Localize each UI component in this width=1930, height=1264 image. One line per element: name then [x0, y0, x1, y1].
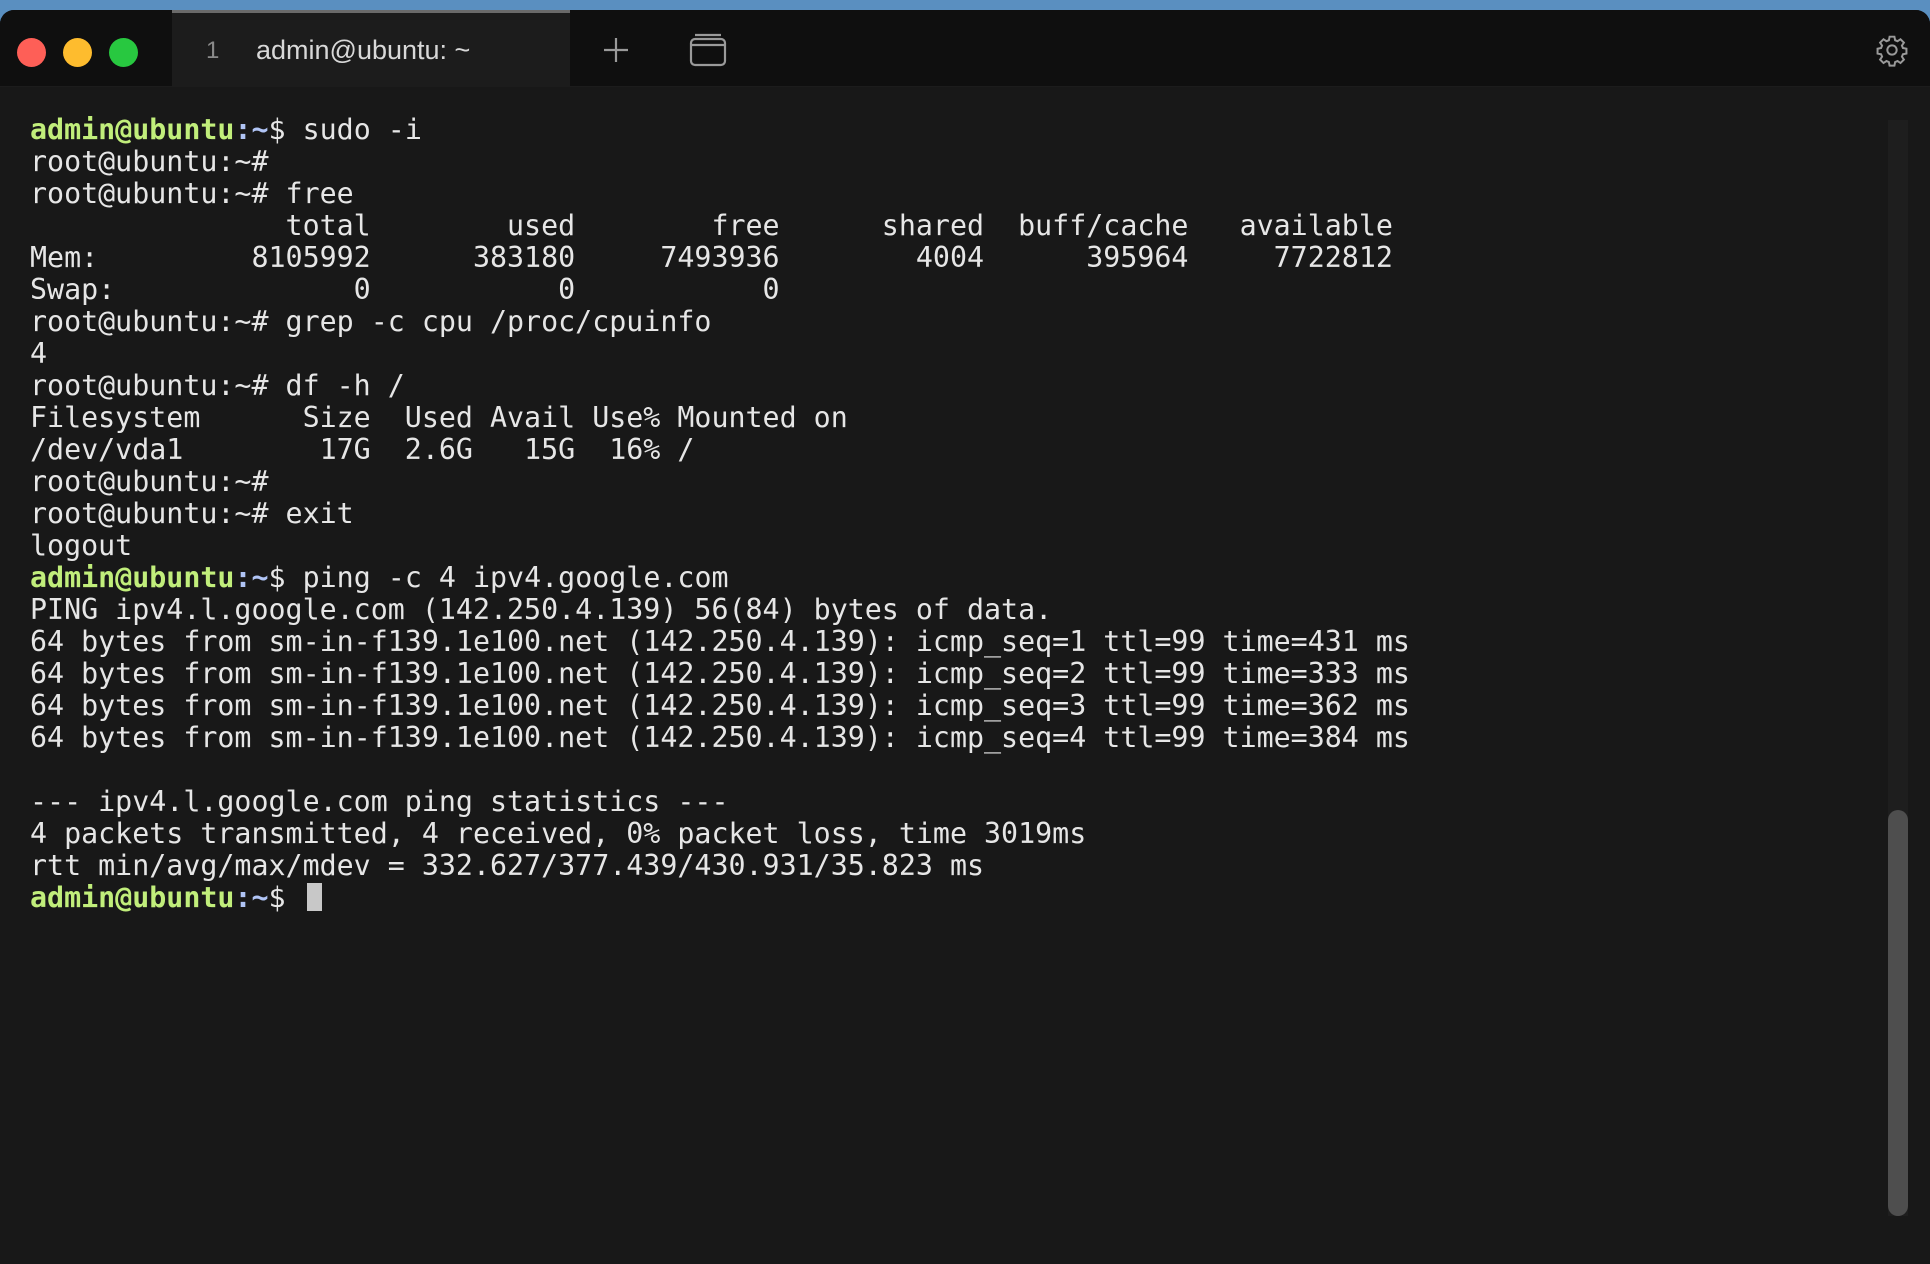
tab-overview-button[interactable] — [688, 30, 728, 70]
prompt-path: ~ — [251, 561, 269, 594]
tab-active[interactable]: 1 admin@ubuntu: ~ — [172, 10, 570, 86]
output-text: logout — [30, 529, 133, 562]
output-text: 64 bytes from sm-in-f139.1e100.net (142.… — [30, 721, 1410, 754]
output-text: PING ipv4.l.google.com (142.250.4.139) 5… — [30, 593, 1053, 626]
output-text: 4 — [30, 337, 48, 370]
prompt-separator: : — [234, 113, 252, 146]
terminal-line: Mem: 8105992 383180 7493936 4004 395964 … — [30, 242, 1870, 274]
prompt-separator: : — [234, 561, 252, 594]
output-text: /dev/vda1 17G 2.6G 15G 16% / — [30, 433, 695, 466]
terminal-line: admin@ubuntu:~$ ping -c 4 ipv4.google.co… — [30, 562, 1870, 594]
prompt-symbol: $ — [268, 561, 286, 594]
terminal-line: 64 bytes from sm-in-f139.1e100.net (142.… — [30, 626, 1870, 658]
title-bar: 1 admin@ubuntu: ~ — [0, 10, 1930, 87]
output-text: total used free shared buff/cache availa… — [30, 209, 1393, 242]
terminal-line: --- ipv4.l.google.com ping statistics --… — [30, 786, 1870, 818]
terminal-line: 4 — [30, 338, 1870, 370]
output-text: Mem: 8105992 383180 7493936 4004 395964 … — [30, 241, 1393, 274]
terminal-line: /dev/vda1 17G 2.6G 15G 16% / — [30, 434, 1870, 466]
output-text: root@ubuntu:~# — [30, 465, 269, 498]
close-window-button[interactable] — [17, 38, 46, 67]
output-text: root@ubuntu:~# exit — [30, 497, 354, 530]
terminal-line: admin@ubuntu:~$ sudo -i — [30, 114, 1870, 146]
terminal-line: 64 bytes from sm-in-f139.1e100.net (142.… — [30, 690, 1870, 722]
output-text: --- ipv4.l.google.com ping statistics --… — [30, 785, 729, 818]
terminal-line: total used free shared buff/cache availa… — [30, 210, 1870, 242]
output-text: 64 bytes from sm-in-f139.1e100.net (142.… — [30, 689, 1410, 722]
prompt-user: admin@ubuntu — [30, 881, 235, 914]
terminal-line: root@ubuntu:~# grep -c cpu /proc/cpuinfo — [30, 306, 1870, 338]
terminal-line: 64 bytes from sm-in-f139.1e100.net (142.… — [30, 658, 1870, 690]
plus-icon — [604, 38, 628, 62]
output-text: 4 packets transmitted, 4 received, 0% pa… — [30, 817, 1087, 850]
new-tab-button[interactable] — [596, 30, 636, 70]
settings-button[interactable] — [1872, 30, 1912, 70]
terminal-window: 1 admin@ubuntu: ~ admin@ubuntu:~$ sudo -… — [0, 10, 1930, 1264]
terminal-line: Swap: 0 0 0 — [30, 274, 1870, 306]
terminal-line: root@ubuntu:~# exit — [30, 498, 1870, 530]
tab-index: 1 — [206, 37, 220, 64]
tab-title: admin@ubuntu: ~ — [256, 35, 471, 65]
terminal-line: admin@ubuntu:~$ — [30, 882, 1870, 914]
tabs-overview-icon — [689, 33, 727, 67]
prompt-path: ~ — [251, 881, 269, 914]
terminal-line: Filesystem Size Used Avail Use% Mounted … — [30, 402, 1870, 434]
prompt-path: ~ — [251, 113, 269, 146]
terminal-line: rtt min/avg/max/mdev = 332.627/377.439/4… — [30, 850, 1870, 882]
command-text: sudo -i — [285, 113, 422, 146]
minimize-window-button[interactable] — [63, 38, 92, 67]
terminal-line: root@ubuntu:~# df -h / — [30, 370, 1870, 402]
terminal-line: root@ubuntu:~# — [30, 146, 1870, 178]
output-text: Filesystem Size Used Avail Use% Mounted … — [30, 401, 848, 434]
prompt-symbol: $ — [268, 113, 286, 146]
output-text: root@ubuntu:~# free — [30, 177, 354, 210]
command-text — [286, 881, 303, 914]
command-text: ping -c 4 ipv4.google.com — [285, 561, 729, 594]
terminal-line: PING ipv4.l.google.com (142.250.4.139) 5… — [30, 594, 1870, 626]
output-text: 64 bytes from sm-in-f139.1e100.net (142.… — [30, 657, 1410, 690]
scrollbar-thumb[interactable] — [1888, 810, 1908, 1216]
text-cursor — [306, 883, 322, 911]
prompt-user: admin@ubuntu — [30, 113, 235, 146]
gear-icon — [1876, 35, 1908, 67]
output-text: root@ubuntu:~# — [30, 145, 269, 178]
terminal-line: root@ubuntu:~# — [30, 466, 1870, 498]
zoom-window-button[interactable] — [109, 38, 138, 67]
terminal-line: root@ubuntu:~# free — [30, 178, 1870, 210]
terminal-line: logout — [30, 530, 1870, 562]
prompt-separator: : — [234, 881, 252, 914]
terminal-output[interactable]: admin@ubuntu:~$ sudo -i root@ubuntu:~# roo… — [30, 114, 1870, 1254]
output-text: root@ubuntu:~# df -h / — [30, 369, 405, 402]
prompt-user: admin@ubuntu — [30, 561, 235, 594]
output-text: Swap: 0 0 0 — [30, 273, 780, 306]
terminal-line: 64 bytes from sm-in-f139.1e100.net (142.… — [30, 722, 1870, 754]
terminal-line: 4 packets transmitted, 4 received, 0% pa… — [30, 818, 1870, 850]
output-text: 64 bytes from sm-in-f139.1e100.net (142.… — [30, 625, 1410, 658]
output-text: root@ubuntu:~# grep -c cpu /proc/cpuinfo — [30, 305, 712, 338]
output-text: rtt min/avg/max/mdev = 332.627/377.439/4… — [30, 849, 985, 882]
prompt-symbol: $ — [268, 881, 286, 914]
